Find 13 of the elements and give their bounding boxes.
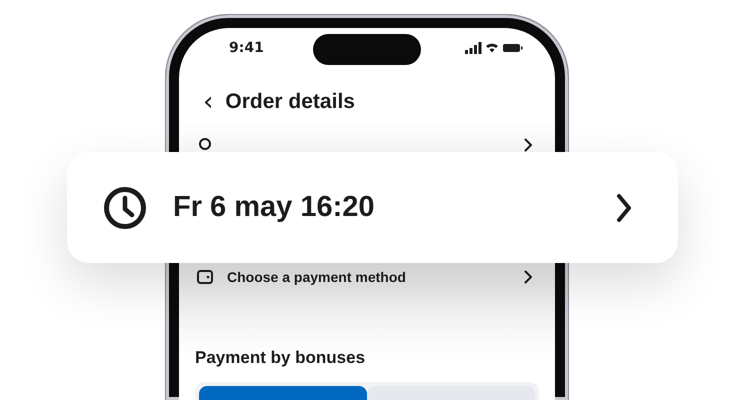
chevron-right-icon <box>524 270 533 284</box>
chevron-right-icon <box>616 192 632 222</box>
chevron-right-icon <box>524 138 533 152</box>
back-button[interactable]: ‹ <box>203 89 214 115</box>
section-title: Payment by bonuses <box>195 348 366 368</box>
time-popup-dialog[interactable]: Fr 6 may 16:20 <box>67 152 678 263</box>
clock-icon <box>103 186 147 230</box>
wallet-icon <box>197 270 213 284</box>
status-icons <box>465 42 523 54</box>
delivery-time: Fr 6 may 16:20 <box>173 191 376 224</box>
screen-title: Order details <box>225 90 355 114</box>
status-time: 9:41 <box>228 40 264 56</box>
list-row[interactable]: Choose a payment method <box>195 264 539 290</box>
